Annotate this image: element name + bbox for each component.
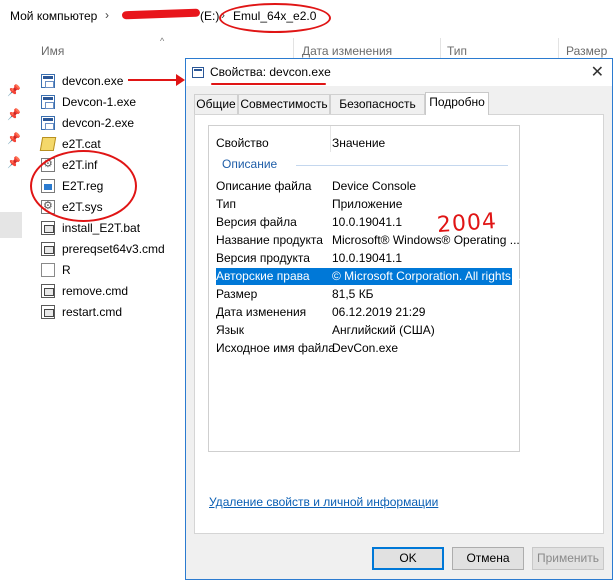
batch-icon [41, 241, 55, 256]
address-bar[interactable]: Мой компьютер › (E:) › Emul_64x_e2.0 [0, 0, 613, 33]
list-item[interactable]: e2T.cat [39, 133, 191, 154]
apply-button[interactable]: Применить [532, 547, 604, 570]
tab-compatibility[interactable]: Совместимость [238, 94, 330, 114]
batch-icon [41, 220, 55, 235]
table-row[interactable]: Язык Английский (США) [216, 322, 512, 339]
tab-general[interactable]: Общие [194, 94, 238, 114]
list-item[interactable]: install_E2T.bat [41, 217, 191, 238]
grid-header-property[interactable]: Свойство [216, 136, 269, 150]
column-header-name[interactable]: Имя [41, 44, 64, 58]
list-item[interactable]: restart.cmd [41, 301, 191, 322]
exe-icon [41, 94, 55, 109]
section-description: Описание [222, 157, 278, 171]
list-item[interactable]: Devcon-1.exe [41, 91, 191, 112]
dialog-titlebar[interactable]: Свойства: devcon.exe ✕ [186, 59, 612, 86]
column-header-size[interactable]: Размер [566, 44, 607, 58]
tab-security[interactable]: Безопасность [330, 94, 425, 114]
grid-header-divider[interactable] [330, 126, 331, 152]
breadcrumb-computer[interactable]: Мой компьютер [10, 9, 97, 23]
column-header-date[interactable]: Дата изменения [302, 44, 392, 58]
exe-icon [41, 115, 55, 130]
list-item[interactable]: prereqset64v3.cmd [41, 238, 191, 259]
annotation-arrow [128, 79, 180, 81]
pin-icon: 📌 [7, 85, 21, 97]
table-row[interactable]: Описание файла Device Console [216, 178, 512, 195]
remove-properties-link[interactable]: Удаление свойств и личной информации [209, 495, 438, 509]
ok-button[interactable]: OK [372, 547, 444, 570]
app-window-icon [192, 67, 204, 78]
grid-header-value[interactable]: Значение [332, 136, 385, 150]
annotation-circle-files [30, 150, 137, 222]
pin-icon: 📌 [7, 133, 21, 145]
batch-icon [41, 283, 55, 298]
breadcrumb-drive[interactable]: (E:) [200, 9, 219, 23]
details-panel: Свойство Значение Описание Описание файл… [194, 114, 604, 534]
column-header-type[interactable]: Тип [447, 44, 467, 58]
table-row[interactable]: Исходное имя файла DevCon.exe [216, 340, 512, 357]
table-row[interactable]: Версия продукта 10.0.19041.1 [216, 250, 512, 267]
list-item[interactable]: devcon-2.exe [41, 112, 191, 133]
list-item[interactable]: remove.cmd [41, 280, 191, 301]
exe-icon [41, 73, 55, 88]
navigation-pane[interactable]: 📌 📌 📌 📌 [0, 32, 26, 580]
properties-dialog[interactable]: Свойства: devcon.exe ✕ Общие Совместимос… [185, 58, 613, 580]
tab-details[interactable]: Подробно [425, 92, 489, 115]
nav-selected-item[interactable] [0, 212, 22, 238]
annotation-circle-folder [219, 3, 331, 33]
section-divider [296, 165, 508, 166]
annotation-handwritten-year: 2004 [436, 208, 498, 239]
table-row-selected[interactable]: Авторские права © Microsoft Corporation. … [216, 268, 524, 285]
pin-icon: 📌 [7, 157, 21, 169]
list-item[interactable]: R [41, 259, 191, 280]
catalog-icon [39, 136, 57, 151]
batch-icon [41, 304, 55, 319]
annotation-arrow-head [176, 74, 185, 86]
dialog-title: Свойства: devcon.exe [210, 65, 331, 79]
sort-up-icon: ^ [160, 36, 165, 46]
close-icon[interactable]: ✕ [591, 62, 604, 82]
table-row[interactable]: Дата изменения 06.12.2019 21:29 [216, 304, 512, 321]
properties-grid[interactable]: Свойство Значение Описание Описание файл… [208, 125, 524, 452]
table-row[interactable]: Размер 81,5 КБ [216, 286, 512, 303]
redaction-mark [121, 8, 201, 20]
pin-icon: 📌 [7, 109, 21, 121]
file-icon [41, 262, 55, 277]
cancel-button[interactable]: Отмена [452, 547, 524, 570]
breadcrumb-separator: › [105, 8, 109, 22]
annotation-underline [211, 83, 326, 85]
